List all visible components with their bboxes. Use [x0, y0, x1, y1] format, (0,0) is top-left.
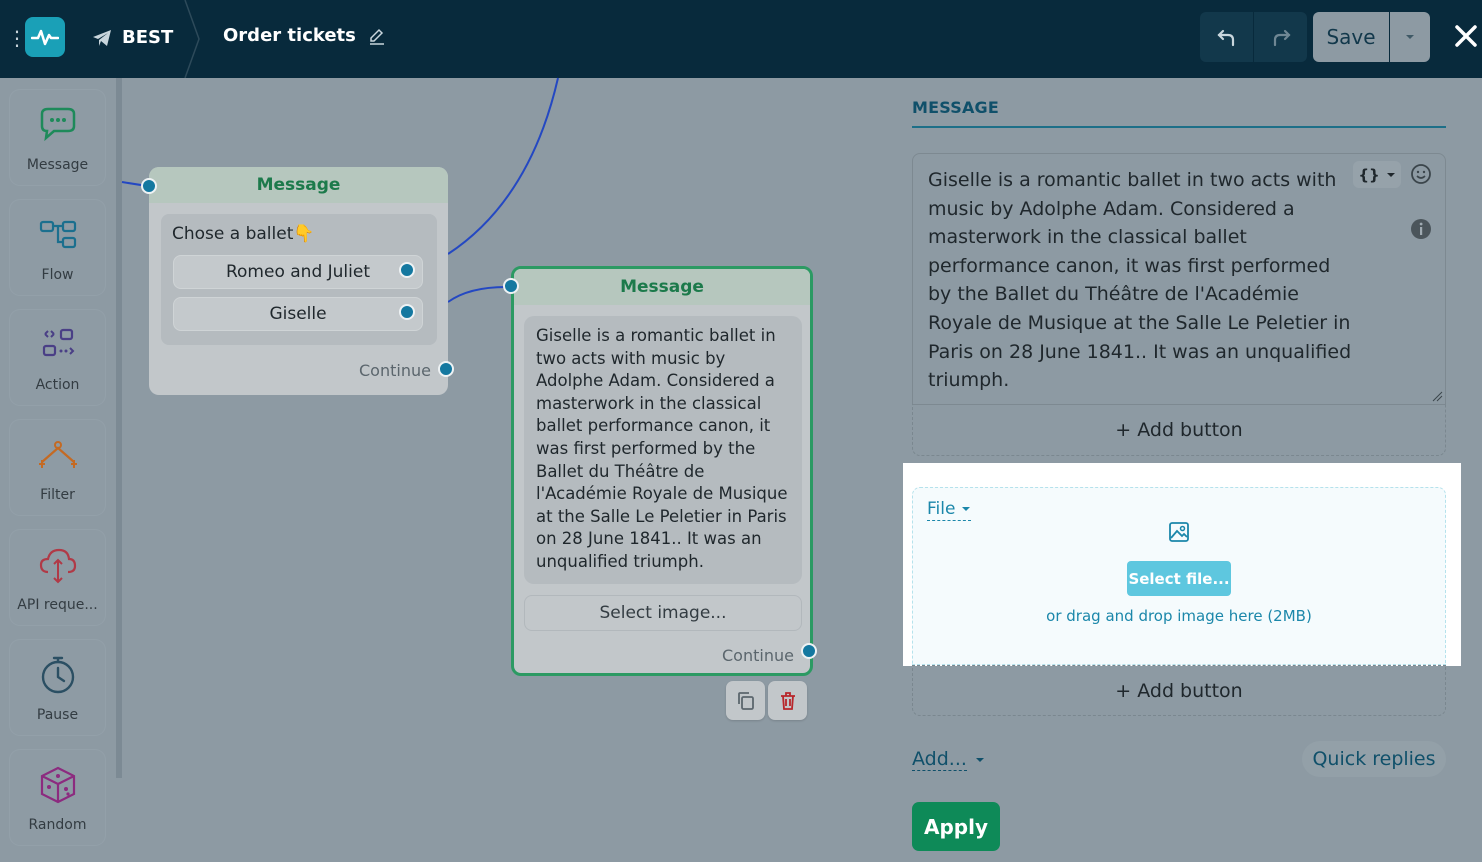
node-content: Chose a ballet👇 Romeo and Juliet Giselle: [161, 214, 437, 345]
braces-icon: {}: [1358, 165, 1380, 184]
add-dropdown[interactable]: Add...: [912, 748, 985, 771]
chevron-down-icon: [1386, 172, 1395, 177]
drag-drop-hint: or drag and drop image here (2MB): [1046, 607, 1312, 625]
variables-dropdown[interactable]: {}: [1353, 161, 1401, 188]
undo-icon: [1216, 29, 1234, 47]
close-icon: [1455, 25, 1477, 47]
copy-icon: [737, 691, 754, 710]
save-dropdown-button[interactable]: [1390, 12, 1430, 62]
message-node-selected[interactable]: Message Giselle is a romantic ballet in …: [511, 266, 813, 676]
input-port[interactable]: [141, 178, 157, 194]
undo-button[interactable]: [1200, 12, 1253, 62]
continue-label: Continue: [359, 361, 431, 380]
chevron-down-icon: [962, 507, 971, 511]
input-port[interactable]: [503, 278, 519, 294]
message-textarea[interactable]: Giselle is a romantic ballet in two acts…: [912, 153, 1446, 405]
choice-button-romeo[interactable]: Romeo and Juliet: [173, 255, 423, 289]
output-port-continue[interactable]: [801, 643, 817, 659]
node-question-text: Chose a ballet👇: [172, 224, 315, 244]
trash-icon: [780, 691, 795, 710]
choice-button-giselle[interactable]: Giselle: [173, 297, 423, 331]
add-button-1[interactable]: + Add button: [912, 404, 1446, 456]
chevron-down-icon: [975, 757, 984, 762]
section-underline: [912, 126, 1446, 128]
close-button[interactable]: [1450, 18, 1482, 54]
file-type-dropdown[interactable]: File: [927, 499, 972, 521]
output-port-continue[interactable]: [438, 361, 454, 377]
add-button-2[interactable]: + Add button: [912, 665, 1446, 716]
apply-button[interactable]: Apply: [912, 802, 1000, 851]
output-port-giselle[interactable]: [399, 304, 415, 320]
chevron-down-icon: [1406, 35, 1414, 39]
select-image-button[interactable]: Select image...: [524, 595, 802, 631]
node-message-text: Giselle is a romantic ballet in two acts…: [524, 316, 802, 584]
emoji-icon[interactable]: [1410, 163, 1432, 185]
add-dropdown-label: Add...: [912, 748, 967, 771]
delete-node-button[interactable]: [768, 681, 807, 720]
message-node-choice[interactable]: Message Chose a ballet👇 Romeo and Juliet…: [149, 167, 448, 395]
info-icon[interactable]: [1410, 218, 1432, 240]
duplicate-node-button[interactable]: [726, 681, 765, 720]
panel-section-title: MESSAGE: [912, 98, 1000, 117]
quick-replies-button[interactable]: Quick replies: [1302, 741, 1446, 777]
resize-handle-icon[interactable]: [1432, 391, 1443, 402]
node-title: Message: [149, 167, 448, 203]
continue-label: Continue: [722, 646, 794, 665]
file-type-label: File: [927, 499, 956, 519]
redo-icon: [1273, 29, 1291, 47]
image-icon: [1169, 522, 1189, 542]
output-port-romeo[interactable]: [399, 262, 415, 278]
redo-button[interactable]: [1254, 12, 1307, 62]
message-textarea-value: Giselle is a romantic ballet in two acts…: [928, 169, 1352, 392]
save-button[interactable]: Save: [1313, 12, 1389, 62]
node-title: Message: [514, 269, 810, 305]
select-file-button[interactable]: Select file...: [1127, 561, 1231, 596]
